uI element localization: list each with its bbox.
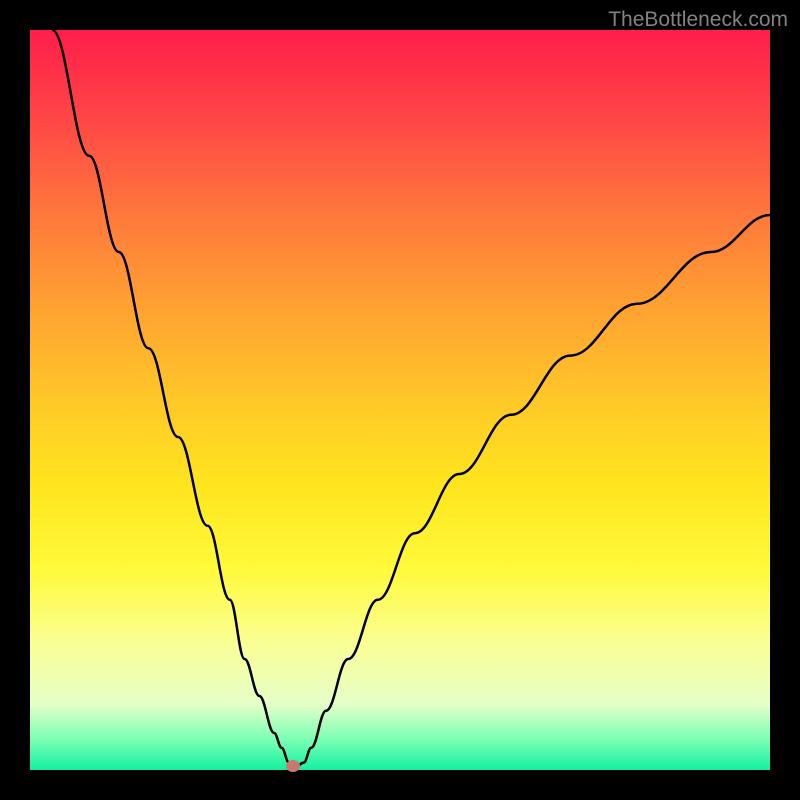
bottleneck-curve <box>52 30 770 766</box>
watermark-text: TheBottleneck.com <box>608 8 788 32</box>
curve-svg <box>30 30 770 770</box>
plot-area <box>30 30 770 770</box>
chart-container: TheBottleneck.com <box>0 0 800 800</box>
optimal-marker <box>286 760 300 772</box>
